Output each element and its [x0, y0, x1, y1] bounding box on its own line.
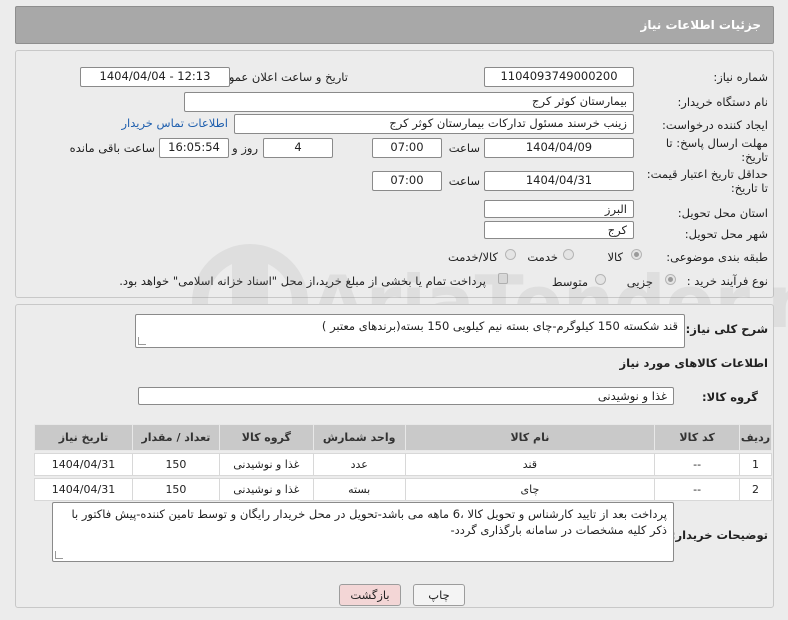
col-header-goods-name: نام کالا	[404, 424, 656, 451]
buyer-notes-text: پرداخت بعد از تایید کارشناس و تحویل کالا…	[71, 507, 667, 537]
goods-info-title: اطلاعات کالاهای مورد نیاز	[619, 356, 768, 370]
description-label: شرح کلی نیاز:	[685, 322, 768, 336]
cell-quantity: 150	[132, 453, 220, 476]
treasury-payment-note: پرداخت تمام یا بخشی از مبلغ خرید،از محل …	[119, 274, 486, 288]
purchase-radio-minor[interactable]	[665, 274, 676, 285]
cell-unit: عدد	[312, 453, 406, 476]
purchase-option-medium: متوسط	[551, 275, 588, 289]
remaining-time-label: ساعت باقی مانده	[69, 141, 155, 155]
category-option-goods: کالا	[607, 250, 623, 264]
deadline-time-label: ساعت	[448, 141, 480, 155]
city-label: شهر محل تحویل:	[684, 227, 768, 241]
cell-need-date: 1404/04/31	[34, 453, 133, 476]
deadline-date-field: 1404/04/09	[484, 138, 634, 158]
announce-date-label: تاریخ و ساعت اعلان عمومی:	[209, 70, 348, 84]
price-validity-time-label: ساعت	[448, 174, 480, 188]
deadline-time-field: 07:00	[372, 138, 442, 158]
col-header-row-number: ردیف	[739, 424, 772, 451]
price-validity-date-field: 1404/04/31	[484, 171, 634, 191]
remaining-time-field: 16:05:54	[159, 138, 229, 158]
col-header-need-date: تاریخ نیاز	[34, 424, 133, 451]
table-row: 2 -- چای بسته غذا و نوشیدنی 150 1404/04/…	[34, 478, 772, 501]
buyer-org-label: نام دستگاه خریدار:	[677, 95, 768, 109]
description-text: قند شکسته 150 کیلوگرم-چای بسته نیم کیلوی…	[321, 319, 678, 333]
purchase-type-label: نوع فرآیند خرید :	[686, 274, 768, 288]
days-remaining-field: 4	[263, 138, 333, 158]
cell-unit: بسته	[312, 478, 406, 501]
table-header-row: ردیف کد کالا نام کالا واحد شمارش گروه کا…	[34, 424, 772, 451]
price-validity-time-field: 07:00	[372, 171, 442, 191]
province-field: البرز	[484, 200, 634, 218]
need-number-field: 1104093749000200	[484, 67, 634, 87]
col-header-goods-code: کد کالا	[654, 424, 741, 451]
province-label: استان محل تحویل:	[677, 206, 768, 220]
deadline-label: مهلت ارسال پاسخ: تا	[665, 136, 768, 150]
goods-table: ردیف کد کالا نام کالا واحد شمارش گروه کا…	[34, 424, 772, 501]
goods-group-label: گروه کالا:	[702, 390, 758, 404]
cell-row-number: 1	[739, 453, 772, 476]
cell-goods-code: --	[654, 478, 741, 501]
category-label: طبقه بندی موضوعی:	[666, 250, 768, 264]
table-row: 1 -- قند عدد غذا و نوشیدنی 150 1404/04/3…	[34, 453, 772, 476]
cell-goods-group: غذا و نوشیدنی	[218, 478, 314, 501]
price-validity-label: حداقل تاریخ اعتبار قیمت:	[646, 167, 768, 181]
purchase-option-minor: جزیی	[626, 275, 653, 289]
col-header-goods-group: گروه کالا	[218, 424, 314, 451]
back-button[interactable]: بازگشت	[339, 584, 401, 606]
price-validity-label-2: تا تاریخ:	[730, 181, 768, 195]
treasury-payment-checkbox[interactable]	[498, 273, 508, 284]
cell-need-date: 1404/04/31	[34, 478, 133, 501]
buyer-notes-textarea: پرداخت بعد از تایید کارشناس و تحویل کالا…	[52, 502, 674, 562]
purchase-radio-medium[interactable]	[595, 274, 606, 285]
category-radio-service[interactable]	[563, 249, 574, 260]
creator-field: زینب خرسند مسئول تدارکات بیمارستان کوثر …	[234, 114, 634, 134]
cell-goods-name: قند	[404, 453, 656, 476]
need-number-label: شماره نیاز:	[713, 70, 768, 84]
deadline-label-2: تاریخ:	[741, 150, 768, 164]
category-option-service: خدمت	[527, 250, 558, 264]
creator-label: ایجاد کننده درخواست:	[662, 118, 768, 132]
buyer-org-field: بیمارستان کوثر کرج	[184, 92, 634, 112]
category-radio-goods[interactable]	[631, 249, 642, 260]
page-title: جزئیات اطلاعات نیاز	[640, 18, 761, 32]
buyer-notes-label: توضیحات خریدار:	[670, 528, 768, 542]
cell-goods-name: چای	[404, 478, 656, 501]
col-header-unit: واحد شمارش	[312, 424, 406, 451]
description-textarea: قند شکسته 150 کیلوگرم-چای بسته نیم کیلوی…	[135, 314, 685, 348]
announce-date-field: 1404/04/04 - 12:13	[80, 67, 230, 87]
category-option-goods-service: کالا/خدمت	[447, 250, 498, 264]
resize-handle-icon[interactable]	[138, 337, 146, 345]
cell-goods-group: غذا و نوشیدنی	[218, 453, 314, 476]
col-header-quantity: تعداد / مقدار	[132, 424, 220, 451]
goods-group-field: غذا و نوشیدنی	[138, 387, 674, 405]
resize-handle-icon[interactable]	[55, 551, 63, 559]
buyer-contact-link[interactable]: اطلاعات تماس خریدار	[121, 116, 228, 130]
city-field: کرج	[484, 221, 634, 239]
print-button[interactable]: چاپ	[413, 584, 465, 606]
page-header: جزئیات اطلاعات نیاز	[15, 6, 774, 44]
cell-quantity: 150	[132, 478, 220, 501]
category-radio-goods-service[interactable]	[505, 249, 516, 260]
cell-row-number: 2	[739, 478, 772, 501]
cell-goods-code: --	[654, 453, 741, 476]
days-label: روز و	[232, 141, 258, 155]
